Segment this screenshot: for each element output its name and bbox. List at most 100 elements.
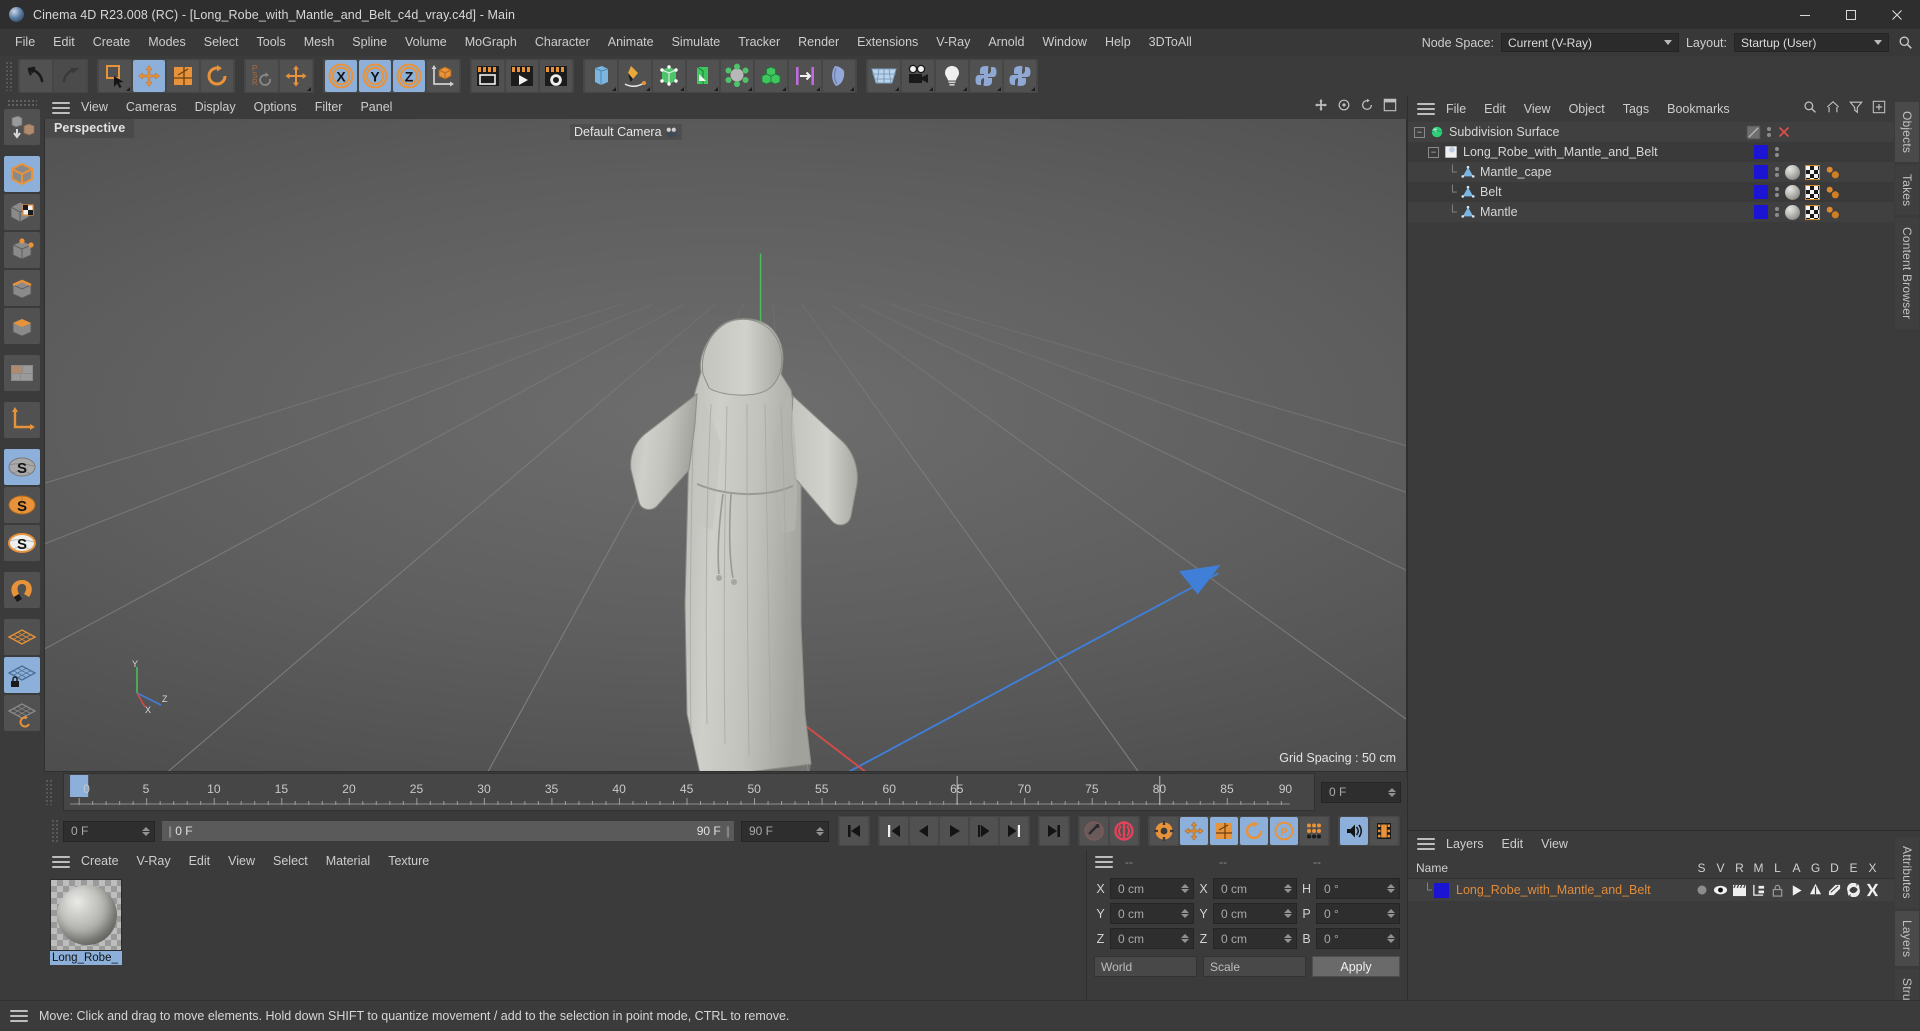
maximize-viewport-icon[interactable] <box>1383 98 1397 117</box>
material-tag-icon[interactable] <box>1782 182 1802 202</box>
toolbar-drag-handle[interactable] <box>5 61 14 91</box>
menu-character[interactable]: Character <box>526 29 599 56</box>
menu-vray[interactable]: V-Ray <box>927 29 979 56</box>
xref-icon[interactable] <box>1863 883 1882 897</box>
play-button[interactable] <box>940 817 968 845</box>
uvw-tag-icon[interactable] <box>1802 162 1822 182</box>
coord-rot-p-input[interactable]: 0 ° <box>1316 903 1400 924</box>
coord-pos-y-input[interactable]: 0 cm <box>1110 903 1194 924</box>
world-object-coord-button[interactable] <box>427 60 459 92</box>
uv-mode-button[interactable] <box>4 355 40 391</box>
camera-button[interactable] <box>902 60 934 92</box>
viewport-menu-panel[interactable]: Panel <box>351 96 401 119</box>
coord-pos-x-input[interactable]: 0 cm <box>1110 878 1194 899</box>
range-end-grip-icon[interactable]: || <box>726 824 730 838</box>
object-axis-button[interactable]: S <box>4 487 40 523</box>
layers-row[interactable]: └ Long_Robe_with_Mantle_and_Belt <box>1408 879 1894 901</box>
filter-icon[interactable] <box>1849 100 1863 119</box>
left-toolbar-drag-handle[interactable] <box>7 99 37 107</box>
playback-range-bar[interactable]: || 0 F 90 F || <box>161 820 735 842</box>
node-space-dropdown[interactable]: Current (V-Ray) <box>1500 33 1679 52</box>
object-row-mantle-cape[interactable]: └ Mantle_cape <box>1408 162 1894 182</box>
tab-objects[interactable]: Objects <box>1895 102 1919 163</box>
material-menu-vray[interactable]: V-Ray <box>128 850 180 873</box>
menu-spline[interactable]: Spline <box>343 29 396 56</box>
uvw-tag-icon[interactable] <box>1802 182 1822 202</box>
layers-col-e[interactable]: E <box>1844 861 1863 875</box>
material-name[interactable]: Long_Robe_ <box>50 951 122 965</box>
menu-tools[interactable]: Tools <box>248 29 295 56</box>
texture-mode-button[interactable] <box>4 194 40 230</box>
menu-file[interactable]: File <box>6 29 44 56</box>
menu-volume[interactable]: Volume <box>396 29 456 56</box>
viewport-3d[interactable]: Perspective Default Camera Y Z X Grid Sp… <box>44 119 1407 772</box>
polygon-mode-button[interactable] <box>4 308 40 344</box>
spinner-icon[interactable] <box>1387 884 1395 893</box>
menu-mesh[interactable]: Mesh <box>295 29 344 56</box>
spinner-icon[interactable] <box>1181 884 1189 893</box>
default-camera-label[interactable]: Default Camera <box>570 124 682 140</box>
layout-dropdown[interactable]: Startup (User) <box>1734 33 1889 52</box>
transform-mode-dropdown[interactable]: Scale <box>1203 956 1306 977</box>
rotate-viewport-icon[interactable] <box>1360 98 1374 117</box>
maximize-button[interactable] <box>1828 0 1874 29</box>
layers-col-m[interactable]: M <box>1749 861 1768 875</box>
robe-3d-model[interactable] <box>605 294 935 772</box>
playback-start-field[interactable]: 0 F <box>63 820 155 842</box>
mograph-button[interactable] <box>755 60 787 92</box>
scale-tool-button[interactable] <box>167 60 199 92</box>
layers-col-s[interactable]: S <box>1692 861 1711 875</box>
uvw-tag-icon[interactable] <box>1802 202 1822 222</box>
playbar-drag-handle[interactable] <box>51 819 60 843</box>
param-key-button[interactable]: P <box>1270 817 1298 845</box>
lock-icon[interactable] <box>1768 884 1787 897</box>
timeline-ruler[interactable]: 0 5 10 15 20 25 30 35 40 45 50 55 60 65 70 75 80 85 90 <box>63 773 1315 811</box>
autokeying-button[interactable] <box>1110 817 1138 845</box>
material-menu-view[interactable]: View <box>219 850 264 873</box>
material-menu-create[interactable]: Create <box>72 850 128 873</box>
go-to-previous-key-button[interactable] <box>880 817 908 845</box>
material-tag-icon[interactable] <box>1782 162 1802 182</box>
sound-button[interactable] <box>1340 817 1368 845</box>
layer-color-swatch[interactable] <box>1434 882 1449 898</box>
world-axis-toggle-button[interactable]: S <box>4 525 40 561</box>
spinner-icon[interactable] <box>1387 909 1395 918</box>
spinner-icon[interactable] <box>1284 884 1292 893</box>
point-mode-button[interactable] <box>4 232 40 268</box>
render-clapper-icon[interactable] <box>1730 884 1749 897</box>
solo-dot-icon[interactable] <box>1692 884 1711 896</box>
material-menu-select[interactable]: Select <box>264 850 317 873</box>
step-forward-button[interactable] <box>970 817 998 845</box>
layers-menu-view[interactable]: View <box>1532 831 1577 857</box>
coord-size-y-input[interactable]: 0 cm <box>1213 903 1297 924</box>
viewport-menu-filter[interactable]: Filter <box>306 96 352 119</box>
layers-col-a[interactable]: A <box>1787 861 1806 875</box>
layers-col-d[interactable]: D <box>1825 861 1844 875</box>
simulation-button[interactable] <box>823 60 855 92</box>
menu-extensions[interactable]: Extensions <box>848 29 927 56</box>
menu-create[interactable]: Create <box>84 29 140 56</box>
spinner-icon[interactable] <box>142 826 150 836</box>
coordinates-hamburger-icon[interactable] <box>1093 855 1115 869</box>
render-queue-button[interactable] <box>506 60 538 92</box>
eye-icon[interactable] <box>1711 884 1730 896</box>
apply-button[interactable]: Apply <box>1312 956 1400 977</box>
object-row-mantle[interactable]: └ Mantle <box>1408 202 1894 222</box>
go-to-start-button[interactable] <box>840 817 868 845</box>
spinner-icon[interactable] <box>1181 934 1189 943</box>
object-row-subdivision-surface[interactable]: − Subdivision Surface <box>1408 122 1894 142</box>
pen-spline-button[interactable] <box>619 60 651 92</box>
make-editable-button[interactable] <box>4 109 40 145</box>
object-row-belt[interactable]: └ Belt <box>1408 182 1894 202</box>
layer-color-swatch[interactable] <box>1751 142 1771 162</box>
object-manager-hamburger-icon[interactable] <box>1415 102 1437 116</box>
cube-primitive-button[interactable] <box>585 60 617 92</box>
snap-toggle-button[interactable] <box>4 572 40 608</box>
viewport-menu-view[interactable]: View <box>72 96 117 119</box>
move-tool-button[interactable] <box>133 60 165 92</box>
enable-axis-button[interactable]: S <box>4 449 40 485</box>
phong-tag-icon[interactable] <box>1822 162 1842 182</box>
render-view-button[interactable] <box>472 60 504 92</box>
material-hamburger-icon[interactable] <box>50 855 72 869</box>
rotation-key-button[interactable] <box>1240 817 1268 845</box>
